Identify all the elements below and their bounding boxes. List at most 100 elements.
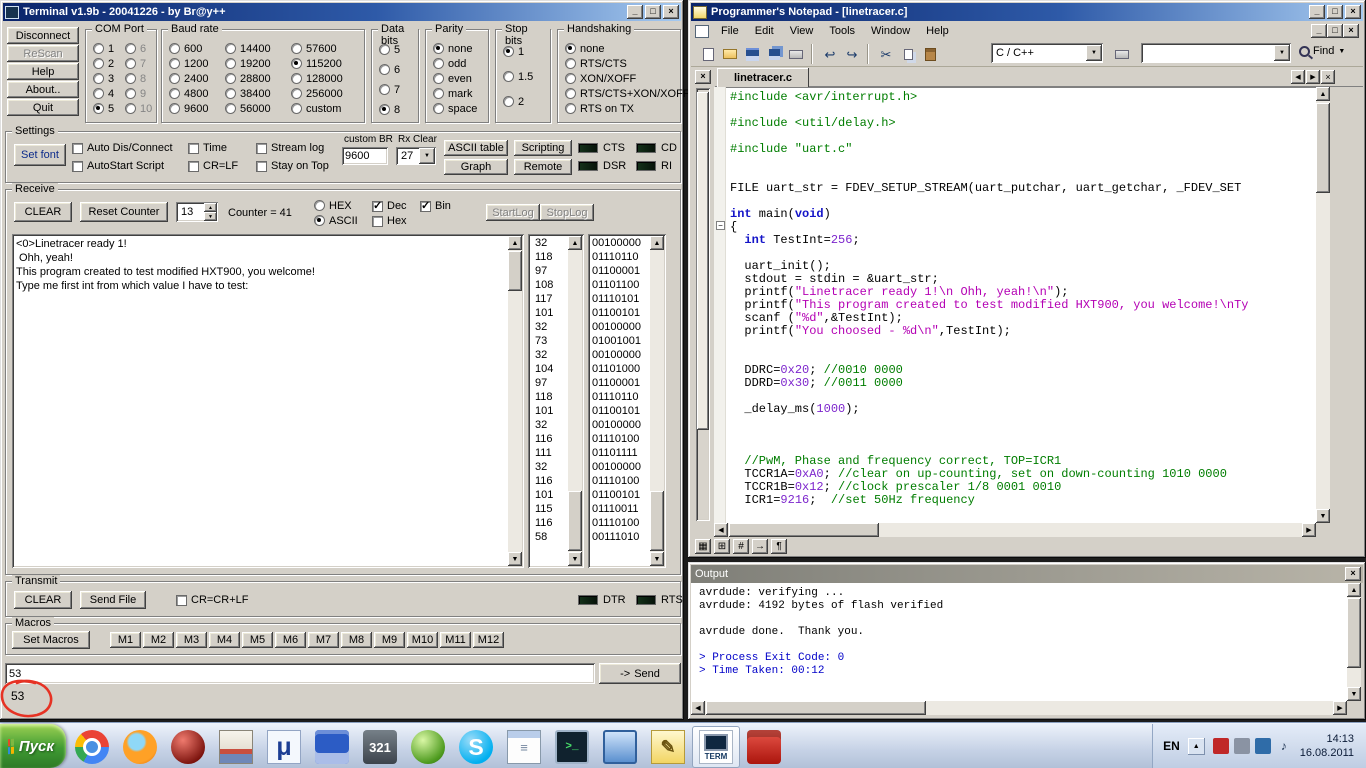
time-checkbox[interactable]: Time xyxy=(188,142,227,154)
hex-mode-radio[interactable]: HEX xyxy=(314,200,352,211)
maximize-icon[interactable]: □ xyxy=(1327,5,1343,19)
scroll-up-icon[interactable]: ▲ xyxy=(1347,583,1361,597)
macro-button[interactable]: M11 xyxy=(440,632,471,648)
autostart-script-checkbox[interactable]: AutoStart Script xyxy=(72,160,164,172)
tab-scroll-right-icon[interactable]: ▶ xyxy=(1306,70,1320,84)
editor-hscrollbar[interactable]: ◀ ▶ xyxy=(714,523,1316,537)
scroll-up-icon[interactable]: ▲ xyxy=(650,236,664,250)
goto-icon[interactable]: → xyxy=(752,539,768,554)
output-vscrollbar[interactable]: ▲ ▼ xyxy=(1347,583,1361,701)
terminal-titlebar[interactable]: Terminal v1.9b - 20041226 - by Br@y++ _ … xyxy=(3,3,681,21)
terminal-side-button[interactable]: Quit xyxy=(7,99,79,116)
close-icon[interactable]: × xyxy=(1345,5,1361,19)
scheme-select[interactable]: C / C++ ▼ xyxy=(991,43,1103,63)
terminal-side-button[interactable]: Help xyxy=(7,63,79,80)
scroll-thumb[interactable] xyxy=(568,491,582,551)
code-editor[interactable]: − #include <avr/interrupt.h>#include <ut… xyxy=(714,87,1316,523)
terminal-side-button[interactable]: Disconnect xyxy=(7,27,79,44)
terminal-term-icon[interactable]: TERM xyxy=(692,726,740,768)
floppy-app-icon[interactable] xyxy=(308,726,356,768)
set-font-button[interactable]: Set font xyxy=(14,144,66,166)
print-icon[interactable] xyxy=(1111,43,1133,65)
scroll-down-icon[interactable]: ▼ xyxy=(650,552,664,566)
send-input[interactable] xyxy=(5,663,595,684)
data-bits-radio[interactable]: 6 xyxy=(379,64,400,75)
com-port-radio[interactable]: 9 xyxy=(125,88,152,99)
mdi-minimize-icon[interactable]: _ xyxy=(1311,24,1327,38)
stop-bits-radio[interactable]: 2 xyxy=(503,96,533,107)
hex-checkbox[interactable]: Hex xyxy=(372,215,407,227)
baud-radio[interactable]: 115200 xyxy=(291,58,343,69)
document-system-icon[interactable] xyxy=(695,25,709,38)
toolbox-icon[interactable] xyxy=(740,726,788,768)
code-content[interactable]: #include <avr/interrupt.h>#include <util… xyxy=(730,91,1314,523)
pane-scroll-thumb[interactable] xyxy=(697,92,709,430)
media-player-classic-icon[interactable]: 321 xyxy=(356,726,404,768)
macro-button[interactable]: M9 xyxy=(374,632,405,648)
volume-tray-icon[interactable]: ♪ xyxy=(1276,738,1292,754)
baud-radio[interactable]: 9600 xyxy=(169,103,208,114)
menu-view[interactable]: View xyxy=(782,22,822,40)
utorrent-icon[interactable]: μ xyxy=(260,726,308,768)
graph-button[interactable]: Graph xyxy=(444,159,508,175)
output-console[interactable]: avrdude: verifying ...avrdude: 4192 byte… xyxy=(691,583,1347,701)
bin-values-list[interactable]: 0010000001110110011000010110110001110101… xyxy=(588,234,666,568)
scroll-up-icon[interactable]: ▲ xyxy=(1316,87,1330,101)
handshaking-radio[interactable]: RTS/CTS+XON/XOFF xyxy=(565,88,690,99)
terminal-side-button[interactable]: ReScan xyxy=(7,45,79,62)
scroll-up-icon[interactable]: ▲ xyxy=(568,236,582,250)
tab-scroll-left-icon[interactable]: ◀ xyxy=(1291,70,1305,84)
com-port-radio[interactable]: 5 xyxy=(93,103,114,114)
macro-button[interactable]: M7 xyxy=(308,632,339,648)
scroll-thumb[interactable] xyxy=(508,251,522,291)
chrome-icon[interactable] xyxy=(68,726,116,768)
display-tray-icon[interactable] xyxy=(1255,738,1271,754)
menu-tools[interactable]: Tools xyxy=(821,22,863,40)
firefox-icon[interactable] xyxy=(116,726,164,768)
baud-radio[interactable]: 256000 xyxy=(291,88,343,99)
handshaking-radio[interactable]: RTS on TX xyxy=(565,103,690,114)
output-titlebar[interactable]: Output × xyxy=(691,565,1363,583)
scroll-thumb[interactable] xyxy=(729,523,879,537)
stay-on-top-checkbox[interactable]: Stay on Top xyxy=(256,160,329,172)
stop-bits-radio[interactable]: 1 xyxy=(503,46,533,57)
handshaking-radio[interactable]: XON/XOFF xyxy=(565,73,690,84)
scripting-button[interactable]: Scripting xyxy=(514,140,572,156)
baud-radio[interactable]: 38400 xyxy=(225,88,271,99)
antivirus-tray-icon[interactable] xyxy=(1213,738,1229,754)
pane-close-icon[interactable]: × xyxy=(695,70,711,84)
macro-button[interactable]: M3 xyxy=(176,632,207,648)
close-icon[interactable]: × xyxy=(663,5,679,19)
menu-help[interactable]: Help xyxy=(918,22,957,40)
parity-radio[interactable]: odd xyxy=(433,58,477,69)
scroll-thumb[interactable] xyxy=(650,491,664,551)
cr-lf-checkbox[interactable]: CR=LF xyxy=(188,160,238,172)
baud-radio[interactable]: 14400 xyxy=(225,43,271,54)
com-port-radio[interactable]: 10 xyxy=(125,103,152,114)
dec-values-list[interactable]: 3211897108117101327332104971181013211611… xyxy=(528,234,584,568)
custom-br-input[interactable] xyxy=(342,147,388,165)
console-icon[interactable]: >_ xyxy=(548,726,596,768)
cr-crlf-checkbox[interactable]: CR=CR+LF xyxy=(176,594,248,606)
macro-button[interactable]: M10 xyxy=(407,632,438,648)
com-port-radio[interactable]: 2 xyxy=(93,58,114,69)
baud-radio[interactable]: 57600 xyxy=(291,43,343,54)
data-bits-radio[interactable]: 5 xyxy=(379,44,400,55)
start-button[interactable]: Пуск xyxy=(0,724,66,768)
com-port-radio[interactable]: 4 xyxy=(93,88,114,99)
com-port-radio[interactable]: 8 xyxy=(125,73,152,84)
tray-expand-icon[interactable]: ▲ xyxy=(1188,738,1205,755)
print-icon[interactable] xyxy=(785,43,807,65)
spinner-up-icon[interactable]: ▲ xyxy=(204,203,217,212)
menu-file[interactable]: File xyxy=(713,22,747,40)
copy-icon[interactable] xyxy=(897,43,919,65)
stop-bits-radio[interactable]: 1.5 xyxy=(503,71,533,82)
remote-button[interactable]: Remote xyxy=(514,159,572,175)
com-port-radio[interactable]: 7 xyxy=(125,58,152,69)
parity-radio[interactable]: even xyxy=(433,73,477,84)
data-bits-radio[interactable]: 8 xyxy=(379,104,400,115)
tab-linetracer[interactable]: linetracer.c xyxy=(717,68,809,87)
new-file-icon[interactable] xyxy=(697,43,719,65)
parity-radio[interactable]: mark xyxy=(433,88,477,99)
scroll-thumb[interactable] xyxy=(706,701,926,715)
